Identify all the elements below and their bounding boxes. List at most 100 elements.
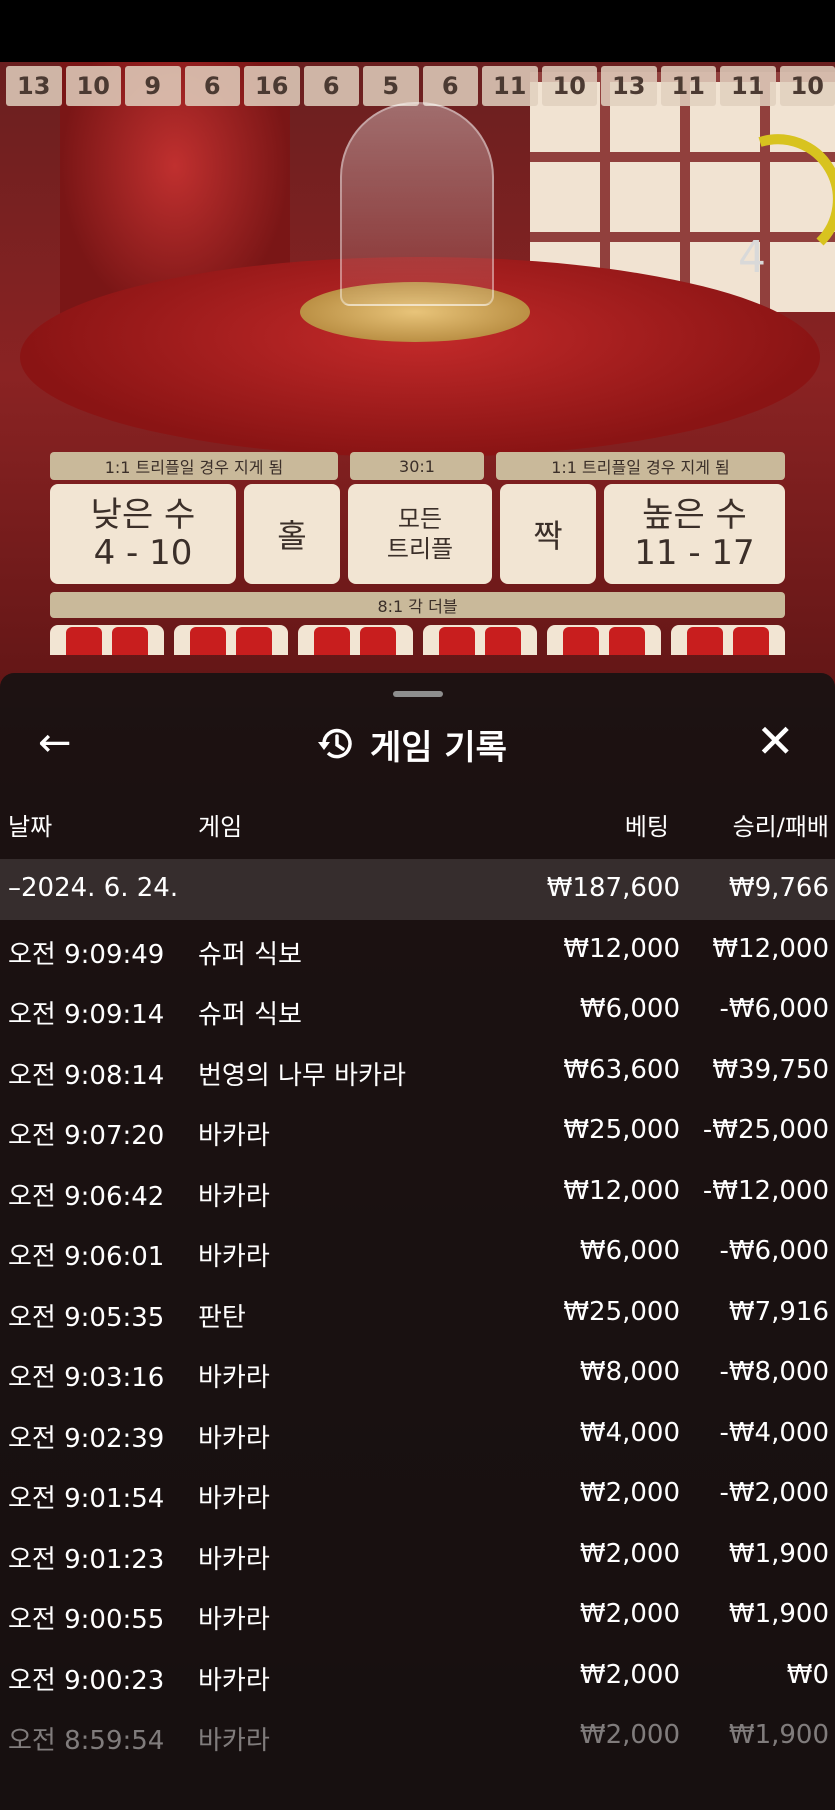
double-bet-cell[interactable]	[422, 625, 537, 655]
drag-handle[interactable]	[393, 691, 443, 697]
table-row[interactable]: 오전 9:08:14 번영의 나무 바카라 ₩63,600 ₩39,750	[0, 1041, 835, 1102]
row-result: -₩6,000	[719, 994, 829, 1024]
row-result: ₩39,750	[712, 1054, 829, 1085]
double-bet-row	[50, 625, 786, 655]
row-result: -₩6,000	[719, 1236, 829, 1266]
row-game: 번영의 나무 바카라	[198, 1060, 406, 1091]
main-bet-row: 낮은 수 4 - 10 홀 모든 트리플 짝 높은 수 11 - 17	[50, 484, 785, 586]
result-cell: 5	[363, 66, 419, 106]
table-row[interactable]: 오전 9:02:39 바카라 ₩4,000 -₩4,000	[0, 1404, 835, 1465]
table-row[interactable]: 오전 9:09:14 슈퍼 식보 ₩6,000 -₩6,000	[0, 980, 835, 1041]
panel-title-group: 게임 기록	[316, 719, 507, 769]
row-bet: ₩12,000	[563, 1175, 680, 1206]
bet-any-triple-line2: 트리플	[386, 535, 454, 563]
row-game: 슈퍼 식보	[198, 939, 302, 970]
status-bar	[0, 0, 835, 62]
row-bet: ₩12,000	[563, 933, 680, 964]
row-bet: ₩25,000	[563, 1115, 680, 1145]
row-game: 바카라	[198, 1726, 270, 1756]
table-row[interactable]: 오전 9:00:23 바카라 ₩2,000 ₩0	[0, 1646, 835, 1707]
table-row[interactable]: 오전 9:06:42 바카라 ₩12,000 -₩12,000	[0, 1162, 835, 1223]
die-icon	[66, 627, 103, 655]
double-bet-cell[interactable]	[174, 625, 289, 655]
row-result: -₩4,000	[719, 1417, 829, 1448]
die-icon	[236, 627, 273, 655]
bet-any-triple-line1: 모든	[397, 505, 443, 533]
row-game: 바카라	[198, 1423, 270, 1454]
history-table: –2024. 6. 24. ₩187,600 ₩9,766 오전 9:09:49…	[0, 859, 835, 1767]
table-row[interactable]: 오전 8:59:54 바카라 ₩2,000 ₩1,900	[0, 1706, 835, 1767]
table-row[interactable]: 오전 9:06:01 바카라 ₩6,000 -₩6,000	[0, 1222, 835, 1283]
row-bet: ₩2,000	[579, 1599, 680, 1629]
panel-header: ← 게임 기록 ✕	[0, 713, 835, 773]
bet-even[interactable]: 짝	[500, 484, 596, 584]
double-bet-cell[interactable]	[298, 625, 413, 655]
result-cell: 11	[720, 66, 776, 106]
row-time: 오전 9:07:20	[8, 1121, 165, 1151]
table-row[interactable]: 오전 9:05:35 판탄 ₩25,000 ₩7,916	[0, 1283, 835, 1344]
row-time: 오전 8:59:54	[8, 1726, 165, 1756]
table-row[interactable]: 오전 9:01:23 바카라 ₩2,000 ₩1,900	[0, 1525, 835, 1586]
bet-small-range: 4 - 10	[93, 533, 193, 573]
row-bet: ₩8,000	[579, 1357, 680, 1387]
row-game: 바카라	[198, 1544, 270, 1575]
result-cell: 10	[65, 66, 121, 106]
payout-banner-right: 1:1 트리플일 경우 지게 됨	[496, 452, 785, 480]
row-game: 바카라	[198, 1181, 270, 1212]
arrow-left-icon[interactable]: ←	[38, 719, 72, 767]
table-header: 날짜 게임 베팅 승리/패배	[0, 807, 835, 847]
column-header-date: 날짜	[8, 813, 53, 841]
table-row[interactable]: 오전 9:09:49 슈퍼 식보 ₩12,000 ₩12,000	[0, 920, 835, 981]
game-history-panel: ← 게임 기록 ✕ 날짜 게임 베팅 승리/패배 –2024. 6. 24. ₩…	[0, 673, 835, 1810]
row-game: 바카라	[198, 1484, 270, 1514]
result-cell: 11	[482, 66, 538, 106]
bet-odd[interactable]: 홀	[244, 484, 340, 584]
row-bet: ₩2,000	[579, 1478, 680, 1508]
row-game: 슈퍼 식보	[198, 1000, 302, 1030]
bet-even-label: 짝	[533, 517, 563, 555]
column-header-result: 승리/패배	[732, 813, 829, 841]
row-time: 오전 9:09:14	[8, 1000, 165, 1030]
die-icon	[438, 627, 475, 655]
row-time: 오전 9:00:55	[8, 1605, 165, 1635]
row-result: -₩25,000	[702, 1115, 829, 1145]
close-icon[interactable]: ✕	[756, 717, 795, 765]
row-bet: ₩4,000	[579, 1417, 680, 1448]
payout-banners: 1:1 트리플일 경우 지게 됨 30:1 1:1 트리플일 경우 지게 됨	[50, 452, 785, 480]
double-bet-cell[interactable]	[546, 625, 661, 655]
payout-banner-left: 1:1 트리플일 경우 지게 됨	[50, 452, 338, 480]
result-cell: 6	[184, 66, 240, 106]
table-row[interactable]: 오전 9:07:20 바카라 ₩25,000 -₩25,000	[0, 1101, 835, 1162]
row-game: 바카라	[198, 1242, 270, 1272]
date-summary-row[interactable]: –2024. 6. 24. ₩187,600 ₩9,766	[0, 859, 835, 920]
bet-any-triple[interactable]: 모든 트리플	[348, 484, 492, 584]
result-cell: 9	[125, 66, 181, 106]
bet-small[interactable]: 낮은 수 4 - 10	[50, 484, 236, 584]
result-cell: 6	[422, 66, 478, 106]
row-game: 바카라	[198, 1605, 270, 1635]
row-bet: ₩2,000	[579, 1538, 680, 1569]
table-row[interactable]: 오전 9:03:16 바카라 ₩8,000 -₩8,000	[0, 1343, 835, 1404]
panel-title: 게임 기록	[370, 727, 507, 768]
row-result: -₩8,000	[719, 1357, 829, 1387]
die-icon	[190, 627, 227, 655]
row-time: 오전 9:02:39	[8, 1423, 165, 1454]
row-result: ₩12,000	[712, 933, 829, 964]
row-time: 오전 9:01:54	[8, 1484, 165, 1514]
double-bet-cell[interactable]	[50, 625, 165, 655]
table-row[interactable]: 오전 9:01:54 바카라 ₩2,000 -₩2,000	[0, 1464, 835, 1525]
row-result: ₩1,900	[728, 1599, 829, 1629]
die-icon	[314, 627, 351, 655]
table-row[interactable]: 오전 9:00:55 바카라 ₩2,000 ₩1,900	[0, 1585, 835, 1646]
row-bet: ₩6,000	[579, 1236, 680, 1266]
bet-big[interactable]: 높은 수 11 - 17	[604, 484, 785, 584]
row-time: 오전 9:03:16	[8, 1363, 165, 1393]
row-bet: ₩2,000	[579, 1659, 680, 1690]
row-bet: ₩6,000	[579, 994, 680, 1024]
die-icon	[732, 627, 769, 655]
row-time: 오전 9:05:35	[8, 1302, 165, 1333]
double-bet-cell[interactable]	[670, 625, 786, 655]
die-icon	[360, 627, 397, 655]
row-time: 오전 9:00:23	[8, 1665, 165, 1696]
bet-big-range: 11 - 17	[634, 533, 755, 573]
